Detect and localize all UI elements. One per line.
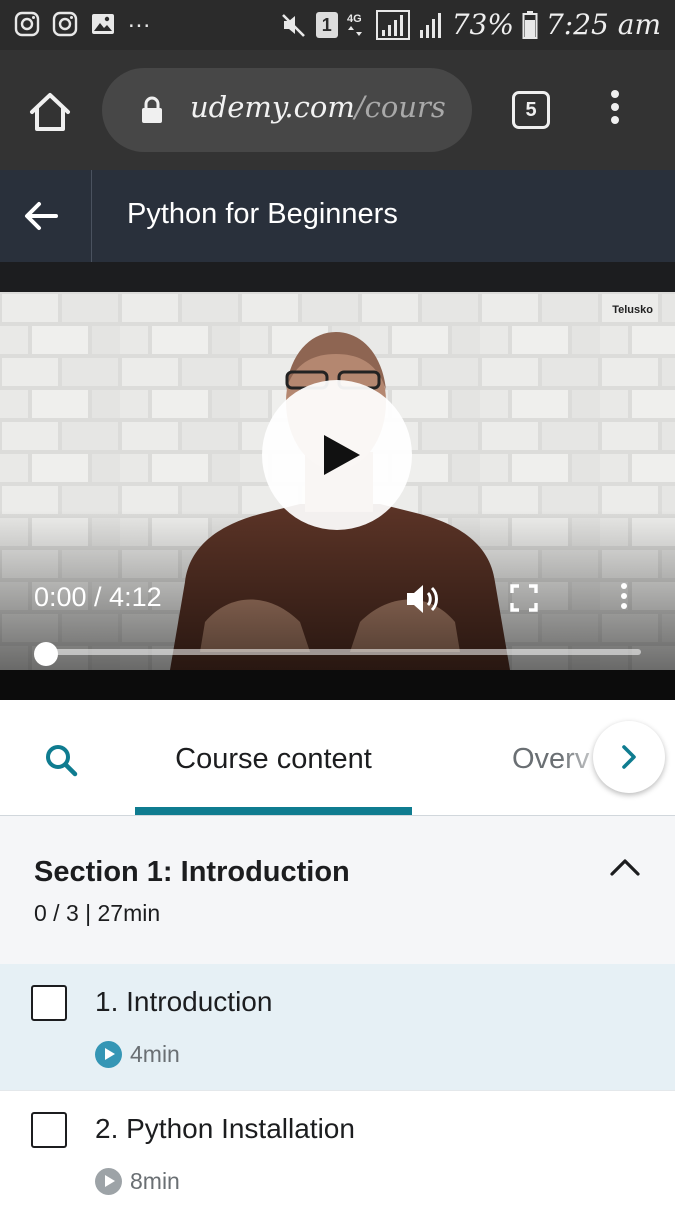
- battery-icon: [522, 10, 538, 39]
- lecture-duration: 4min: [130, 1040, 180, 1067]
- scroll-tabs-right-button[interactable]: [593, 721, 665, 793]
- instagram-icon: [52, 11, 78, 37]
- play-icon: [324, 435, 360, 475]
- video-play-icon: [95, 1167, 122, 1195]
- video-top-bar: [0, 262, 675, 292]
- chevron-right-icon: [622, 745, 636, 769]
- lecture-complete-checkbox[interactable]: [31, 985, 67, 1021]
- time-readout: 0:00 / 4:12: [34, 582, 162, 612]
- lecture-meta: 4min: [95, 1040, 180, 1068]
- url-text: udemy.com/cours: [190, 90, 446, 124]
- section-title: Section 1: Introduction: [34, 856, 350, 888]
- gallery-icon: [92, 14, 114, 34]
- search-icon[interactable]: [43, 742, 79, 778]
- lecture-title: 2. Python Installation: [95, 1113, 355, 1144]
- clock: 7:25 am: [545, 8, 661, 41]
- progress-handle[interactable]: [34, 642, 58, 666]
- lecture-complete-checkbox[interactable]: [31, 1112, 67, 1148]
- browser-toolbar: udemy.com/cours 5: [0, 50, 675, 170]
- lecture-title: 1. Introduction: [95, 986, 273, 1017]
- progress-bar[interactable]: [46, 649, 641, 655]
- video-play-icon: [95, 1040, 122, 1068]
- more-notifications: ...: [128, 6, 152, 33]
- tab-course-content[interactable]: Course content: [135, 700, 412, 815]
- network-type-label: 4G: [347, 13, 362, 25]
- content-tabs: Course content Overv: [0, 700, 675, 816]
- volume-icon[interactable]: [404, 582, 440, 616]
- signal-icon: [375, 9, 410, 40]
- section-header[interactable]: Section 1: Introduction 0 / 3 | 27min: [0, 816, 675, 964]
- app-header: Python for Beginners: [0, 170, 675, 262]
- sim-1-icon: 1: [315, 11, 338, 38]
- url-path: /cours: [354, 90, 446, 124]
- video-bottom-bar: [0, 670, 675, 700]
- section-progress: 0 / 3 | 27min: [34, 900, 161, 926]
- tab-course-content-label: Course content: [175, 743, 372, 775]
- fullscreen-icon[interactable]: [510, 584, 538, 612]
- status-bar: ... 1 4G 73% 7:25 am: [0, 0, 675, 50]
- url-host: udemy.com: [190, 90, 355, 124]
- mute-icon: [281, 13, 305, 37]
- battery-percent: 73%: [451, 8, 514, 41]
- chevron-up-icon[interactable]: [609, 856, 641, 878]
- instagram-icon: [14, 11, 40, 37]
- lecture-duration: 8min: [130, 1167, 180, 1194]
- lecture-item[interactable]: 2. Python Installation 8min: [0, 1090, 675, 1216]
- network-4g-icon: 4G: [347, 13, 362, 36]
- header-divider: [91, 170, 92, 262]
- lecture-meta: 8min: [95, 1167, 180, 1195]
- course-title: Python for Beginners: [127, 198, 398, 230]
- tab-switcher-button[interactable]: 5: [512, 91, 550, 129]
- video-watermark: Telusko: [612, 304, 653, 316]
- more-vertical-icon[interactable]: [619, 583, 629, 615]
- address-bar[interactable]: udemy.com/cours: [102, 68, 472, 152]
- menu-dots-icon[interactable]: [606, 90, 624, 134]
- system-status: 1 4G 73% 7:25 am: [280, 8, 661, 41]
- signal-icon: [419, 12, 441, 38]
- play-button[interactable]: [262, 380, 412, 530]
- back-arrow-icon[interactable]: [22, 198, 60, 234]
- notification-icons: ...: [14, 6, 151, 38]
- video-player[interactable]: Telusko 0:00 / 4:12: [0, 292, 675, 670]
- active-tab-indicator: [135, 807, 412, 815]
- home-icon[interactable]: [28, 90, 72, 134]
- lock-icon: [142, 96, 162, 123]
- lecture-item[interactable]: 1. Introduction 4min: [0, 964, 675, 1090]
